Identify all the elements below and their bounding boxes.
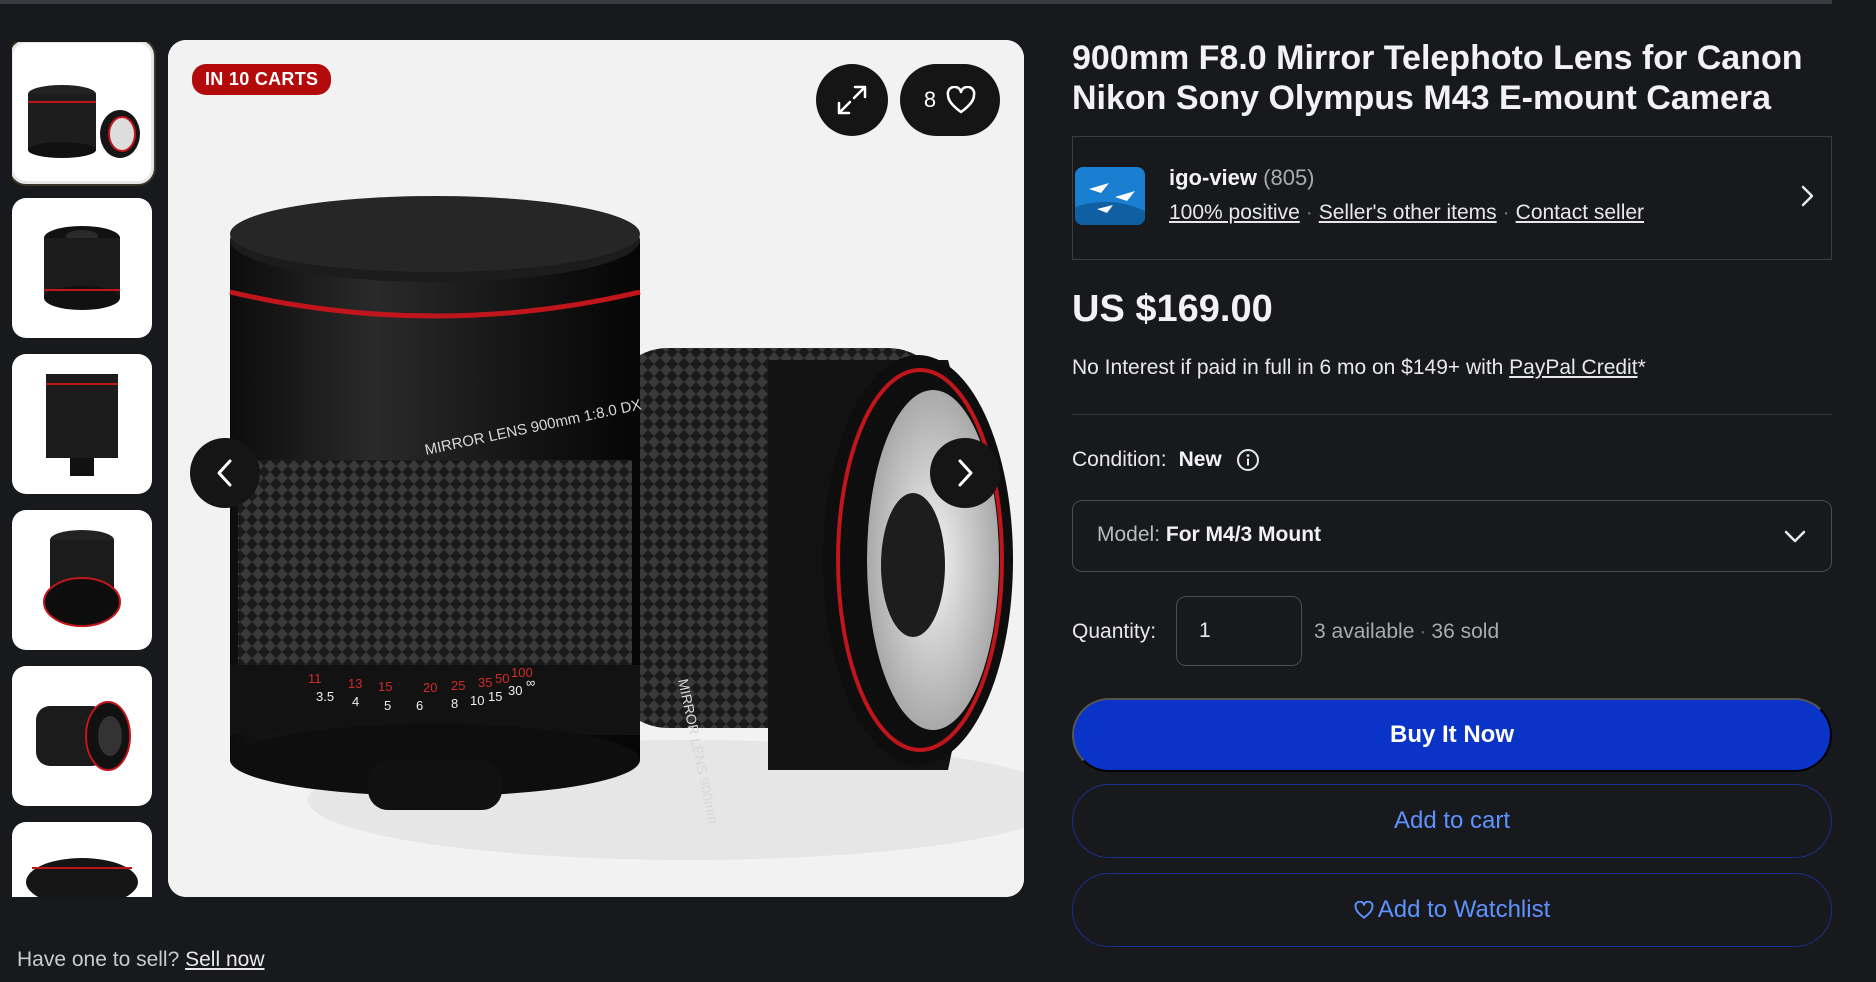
sell-now-link[interactable]: Sell now [185,948,264,971]
add-to-watchlist-button[interactable]: Add to Watchlist [1072,873,1832,947]
next-image-button[interactable] [930,438,1000,508]
seller-avatar [1075,167,1145,225]
watch-count-button[interactable]: 8 [900,64,1000,136]
scale-mark-white: 3.5 [316,689,334,704]
sell-prompt-text: Have one to sell? [17,948,180,971]
chevron-right-icon [1801,185,1814,207]
quantity-input[interactable] [1176,596,1302,666]
scale-mark-red: 20 [423,680,437,695]
contact-seller-link[interactable]: Contact seller [1516,201,1644,224]
thumbnail-5[interactable] [12,666,152,806]
credit-offer-text: No Interest if paid in full in 6 mo on $… [1072,356,1510,379]
thumbnail-3[interactable] [12,354,152,494]
thumbnail-strip [12,42,156,897]
expand-icon [837,85,867,115]
scale-mark-white: 15 [488,689,502,704]
in-carts-badge: IN 10 CARTS [192,64,332,95]
condition-label: Condition: [1072,448,1167,471]
add-to-watchlist-label: Add to Watchlist [1377,896,1551,923]
seller-links: 100% positive · Seller's other items · Conta… [1169,201,1645,224]
scale-mark-white: ∞ [526,675,535,690]
seller-feedback-count: (805) [1263,165,1315,190]
scale-mark-white: 5 [384,698,391,713]
credit-offer: No Interest if paid in full in 6 mo on $… [1072,356,1646,380]
lens-illustration: MIRROR LENS 900mm 1:8.0 DX MIRROR LENS 9… [168,40,1024,897]
sold-count: 36 sold [1431,620,1500,643]
condition-value: New [1178,448,1222,471]
available-count: 3 available [1314,620,1415,643]
scale-mark-white: 10 [470,693,484,708]
seller-name-line: igo-view (805) [1169,165,1315,191]
condition: Condition: New [1072,448,1260,472]
chevron-right-icon [958,459,973,487]
availability: 3 available · 36 sold [1314,620,1500,643]
buy-it-now-button[interactable]: Buy It Now [1072,698,1832,772]
credit-footnote: * [1637,356,1646,379]
chevron-left-icon [217,459,232,487]
scale-mark-white: 6 [416,698,423,713]
quantity-label: Quantity: [1072,620,1157,643]
scale-mark-red: 35 [478,675,492,690]
positive-feedback-link[interactable]: 100% positive [1169,201,1300,224]
heart-icon [1354,901,1374,919]
divider [1072,414,1832,415]
thumbnail-1[interactable] [12,42,154,184]
paypal-credit-link[interactable]: PayPal Credit [1509,356,1637,379]
previous-image-button[interactable] [190,438,260,508]
scale-mark-red: 13 [348,676,362,691]
expand-button[interactable] [816,64,888,136]
sell-prompt: Have one to sell? Sell now [17,948,265,972]
scale-mark-white: 4 [352,694,359,709]
scale-mark-red: 11 [308,671,322,686]
chevron-down-icon [1784,530,1806,543]
product-title: 900mm F8.0 Mirror Telephoto Lens for Can… [1072,39,1803,117]
scale-mark-white: 8 [451,696,458,711]
scale-mark-white: 30 [508,683,522,698]
watch-count: 8 [923,87,937,112]
add-to-cart-button[interactable]: Add to cart [1072,784,1832,858]
model-select[interactable]: Model: For M4/3 Mount [1072,500,1832,572]
model-label: Model: [1097,523,1161,546]
seller-name[interactable]: igo-view [1169,165,1257,190]
scale-mark-red: 15 [378,679,392,694]
main-product-image[interactable]: MIRROR LENS 900mm 1:8.0 DX MIRROR LENS 9… [168,40,1024,897]
info-icon[interactable] [1236,448,1260,472]
thumbnail-2[interactable] [12,198,152,338]
scale-mark-red: 25 [451,678,465,693]
top-divider [0,0,1832,4]
model-value: For M4/3 Mount [1165,523,1322,546]
heart-icon [946,86,976,114]
other-items-link[interactable]: Seller's other items [1319,201,1497,224]
seller-card[interactable]: igo-view (805) 100% positive · Seller's ot… [1072,136,1832,260]
thumbnail-4[interactable] [12,510,152,650]
price: US $169.00 [1072,288,1273,330]
thumbnail-6[interactable] [12,822,152,897]
